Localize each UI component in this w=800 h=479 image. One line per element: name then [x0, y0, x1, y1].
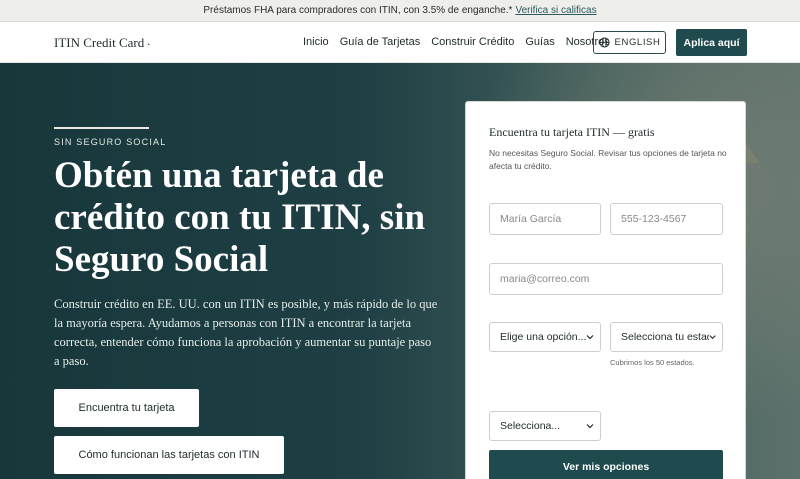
language-label: ENGLISH: [614, 37, 661, 48]
how-itin-cards-work-button[interactable]: Cómo funcionan las tarjetas con ITIN: [54, 436, 284, 474]
language-button[interactable]: ENGLISH: [593, 31, 666, 54]
email-input[interactable]: maria@correo.com: [489, 263, 723, 295]
chevron-down-icon: [586, 424, 594, 429]
phone-input[interactable]: 555-123-4567: [610, 203, 723, 235]
form-subtitle: No necesitas Seguro Social. Revisar tus …: [489, 148, 727, 171]
chevron-down-icon: [586, 335, 594, 340]
submit-button[interactable]: Ver mis opciones: [489, 450, 723, 479]
top-nav: ITIN Credit Card . Inicio Guía de Tarjet…: [0, 22, 800, 63]
nav-item-inicio[interactable]: Inicio: [303, 36, 329, 48]
state-select[interactable]: Selecciona tu estado: [610, 322, 723, 352]
chevron-down-icon: [709, 335, 716, 340]
brand-mark: .: [147, 34, 151, 48]
find-card-button[interactable]: Encuentra tu tarjeta: [54, 389, 199, 427]
hero-headline: Obtén una tarjeta de crédito con tu ITIN…: [54, 155, 426, 280]
option-select-value: Elige una opción...: [500, 331, 587, 343]
nav-item-guias[interactable]: Guías: [525, 36, 554, 48]
extra-select-value: Selecciona...: [500, 420, 561, 432]
extra-select[interactable]: Selecciona...: [489, 411, 601, 441]
hero-section: SIN SEGURO SOCIAL Obtén una tarjeta de c…: [0, 63, 800, 479]
option-select[interactable]: Elige una opción...: [489, 322, 601, 352]
announcement-link[interactable]: Verifica si calificas: [515, 5, 596, 16]
name-input[interactable]: María García: [489, 203, 601, 235]
card-finder-form: Encuentra tu tarjeta ITIN — gratis No ne…: [465, 101, 746, 479]
nav-menu: Inicio Guía de Tarjetas Construir Crédit…: [303, 36, 621, 48]
brand-logo[interactable]: ITIN Credit Card: [54, 35, 144, 51]
hero-kicker: SIN SEGURO SOCIAL: [54, 137, 167, 147]
nav-item-guia-tarjetas[interactable]: Guía de Tarjetas: [340, 36, 421, 48]
globe-icon: [599, 37, 610, 48]
state-select-value: Selecciona tu estado: [621, 331, 709, 343]
kicker-rule: [54, 127, 149, 129]
form-title: Encuentra tu tarjeta ITIN — gratis: [489, 125, 655, 139]
nav-item-construir-credito[interactable]: Construir Crédito: [431, 36, 514, 48]
announcement-bar: Préstamos FHA para compradores con ITIN,…: [0, 0, 800, 22]
announcement-text: Préstamos FHA para compradores con ITIN,…: [203, 5, 513, 16]
apply-button[interactable]: Aplica aquí: [676, 29, 747, 56]
hero-body: Construir crédito en EE. UU. con un ITIN…: [54, 297, 438, 368]
state-note: Cubrimos los 50 estados.: [610, 358, 695, 367]
